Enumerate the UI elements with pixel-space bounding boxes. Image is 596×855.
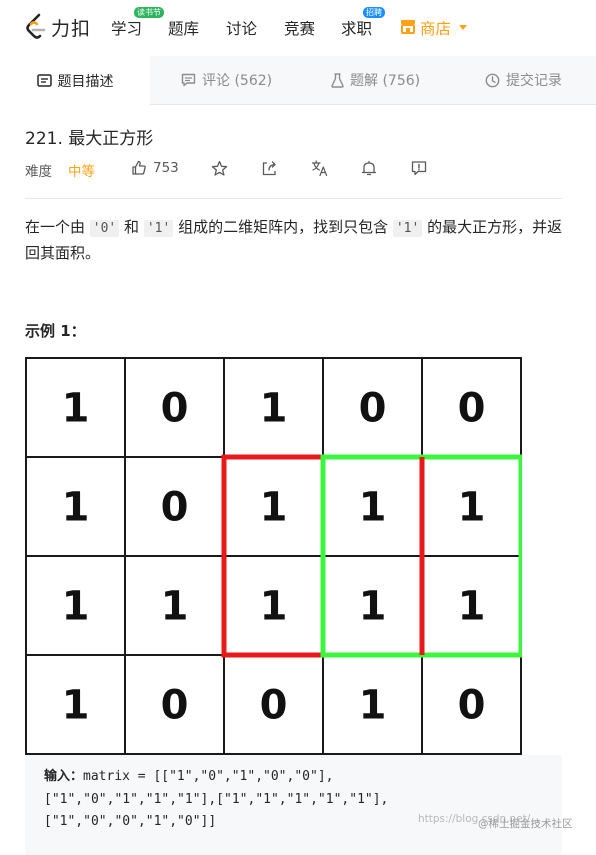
comment-icon (181, 73, 196, 87)
inline-code: '1' (143, 220, 174, 237)
like-count: 753 (153, 160, 179, 176)
example-code-block: 输入：matrix = [["1","0","1","0","0"], ["1"… (25, 755, 562, 855)
feedback-icon[interactable] (411, 160, 427, 177)
nav-item-learn[interactable]: 学习 读书节 (111, 7, 164, 39)
bell-icon[interactable] (361, 160, 377, 177)
translate-icon[interactable] (311, 160, 329, 177)
nav-item-label: 商店 (420, 20, 452, 38)
nav-item-label: 竞赛 (284, 20, 316, 38)
difficulty-badge: 中等 (68, 164, 95, 180)
like-button[interactable]: 753 (131, 160, 179, 176)
problem-meta: 难度 中等 753 (25, 158, 585, 180)
matrix-cell-value: 1 (458, 584, 486, 630)
tab-label: 题目描述 (57, 73, 114, 90)
nav-item-label: 求职 (341, 20, 373, 38)
matrix-cell-value: 1 (62, 584, 90, 630)
nav-badge-reading: 读书节 (134, 7, 164, 18)
matrix-cell-value: 1 (62, 683, 90, 729)
watermark-brand: @稀土掘金技术社区 (478, 818, 573, 830)
matrix-cell-value: 1 (458, 485, 486, 531)
star-icon[interactable] (211, 160, 228, 177)
tab-description[interactable]: 题目描述 (0, 56, 150, 105)
matrix-cell-value: 1 (260, 584, 288, 630)
share-icon[interactable] (261, 160, 278, 177)
matrix-grid: 1 0 1 0 0 1 0 1 1 1 1 1 1 1 1 1 0 0 1 0 (25, 357, 524, 755)
matrix-cell-value: 0 (161, 683, 189, 729)
description-text: 组成的二维矩阵内，找到只包含 (173, 218, 393, 236)
tab-label: 提交记录 (506, 73, 562, 89)
description-text: 在一个由 (25, 218, 90, 236)
example-title: 示例 1： (25, 322, 86, 340)
matrix-cell-value: 0 (458, 386, 486, 432)
matrix-cell-value: 1 (260, 386, 288, 432)
problem-title: 221. 最大正方形 (25, 129, 154, 149)
nav-item-problems[interactable]: 题库 (168, 17, 199, 39)
top-navigation: 力扣 学习 读书节 题库 讨论 竞赛 求职 招聘 商店 (0, 0, 596, 56)
nav-item-jobs[interactable]: 求职 招聘 (341, 7, 385, 39)
nav-item-label: 学习 (111, 20, 143, 38)
brand-name[interactable]: 力扣 (51, 14, 91, 41)
tab-submissions[interactable]: 提交记录 (485, 56, 562, 104)
code-line: matrix = [["1","0","1","0","0"], (83, 769, 334, 784)
matrix-cell-value: 1 (359, 683, 387, 729)
nav-item-store[interactable]: 商店 (420, 17, 451, 39)
matrix-cell-value: 1 (359, 485, 387, 531)
clock-icon (485, 73, 500, 87)
code-line: ["1","0","1","1","1"],["1","1","1","1","… (44, 791, 389, 807)
problem-tabs: 题目描述 评论 (562) 题解 (756) 提交记录 (0, 56, 596, 105)
nav-item-label: 题库 (168, 20, 200, 38)
store-icon (401, 20, 415, 34)
matrix-cell-value: 0 (458, 683, 486, 729)
matrix-cell-value: 1 (62, 386, 90, 432)
problem-description: 在一个由 '0' 和 '1' 组成的二维矩阵内，找到只包含 '1' 的最大正方形… (25, 215, 565, 265)
inline-code: '0' (89, 220, 120, 237)
matrix-cell-value: 1 (359, 584, 387, 630)
tab-label: 题解 (756) (350, 73, 421, 89)
matrix-cell-value: 0 (161, 485, 189, 531)
inline-code: '1' (392, 220, 423, 237)
tab-comments[interactable]: 评论 (562) (181, 56, 272, 104)
nav-item-discuss[interactable]: 讨论 (226, 17, 257, 39)
matrix-cell-value: 1 (260, 485, 288, 531)
input-label: 输入： (44, 769, 84, 784)
nav-item-contest[interactable]: 竞赛 (284, 17, 315, 39)
code-line: ["1","0","0","1","0"]] (44, 814, 217, 829)
nav-badge-hiring: 招聘 (363, 7, 385, 18)
nav-item-label: 讨论 (226, 20, 258, 38)
matrix-figure: 1 0 1 0 0 1 0 1 1 1 1 1 1 1 1 1 0 0 1 0 (25, 357, 524, 755)
flask-icon (331, 72, 344, 88)
matrix-cell-value: 0 (161, 386, 189, 432)
matrix-cell-value: 1 (161, 584, 189, 630)
difficulty-label: 难度 (25, 164, 52, 180)
chevron-down-icon[interactable] (459, 25, 467, 30)
matrix-cell-value: 1 (62, 485, 90, 531)
matrix-cell-value: 0 (260, 683, 288, 729)
description-text: 和 (119, 218, 144, 236)
description-icon (36, 74, 52, 87)
tab-label: 评论 (562) (202, 73, 273, 89)
divider (25, 198, 562, 199)
matrix-cell-value: 0 (359, 386, 387, 432)
thumbs-up-icon (132, 160, 146, 175)
tab-solutions[interactable]: 题解 (756) (331, 56, 420, 104)
leetcode-logo-icon[interactable] (24, 13, 48, 41)
